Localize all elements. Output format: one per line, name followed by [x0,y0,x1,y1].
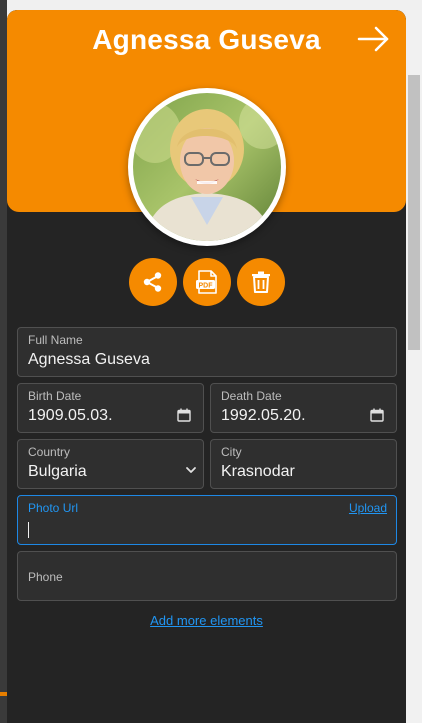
phone-field[interactable]: Phone [17,551,397,601]
photo-url-label: Photo Url [28,501,79,515]
share-icon [143,272,162,292]
photo-url-field[interactable]: Photo Url Upload [17,495,397,545]
pdf-glyph-text: PDF [199,282,214,289]
country-value[interactable]: Bulgaria [28,463,87,481]
calendar-icon[interactable] [177,408,191,422]
city-value[interactable]: Krasnodar [221,463,295,481]
birth-date-field[interactable]: Birth Date 1909.05.03. [17,383,204,433]
country-label: Country [28,445,71,459]
full-name-field[interactable]: Full Name Agnessa Guseva [17,327,397,377]
death-date-value[interactable]: 1992.05.20. [221,407,306,425]
avatar-photo [133,93,281,241]
export-pdf-button[interactable]: PDF [183,258,231,306]
background-window-edge [0,0,7,723]
chevron-down-icon[interactable] [185,464,197,476]
delete-button[interactable] [237,258,285,306]
pdf-icon: PDF [196,270,217,294]
arrow-right-icon[interactable] [356,24,392,54]
scrollbar-thumb[interactable] [408,75,420,350]
calendar-icon[interactable] [370,408,384,422]
death-date-field[interactable]: Death Date 1992.05.20. [210,383,397,433]
full-name-label: Full Name [28,333,83,347]
country-select[interactable]: Country Bulgaria [17,439,204,489]
trash-icon [252,271,270,293]
text-caret [28,522,29,538]
person-editor-panel: Agnessa Guseva PDF Full Name Agnessa Gus… [7,10,406,723]
city-field[interactable]: City Krasnodar [210,439,397,489]
avatar[interactable] [128,88,286,246]
birth-date-value[interactable]: 1909.05.03. [28,407,113,425]
upload-link[interactable]: Upload [349,501,387,515]
city-label: City [221,445,242,459]
portrait-image [133,93,281,241]
birth-date-label: Birth Date [28,389,82,403]
share-button[interactable] [129,258,177,306]
add-more-elements-link[interactable]: Add more elements [7,613,406,628]
phone-label: Phone [28,570,63,584]
action-buttons: PDF [7,258,406,306]
person-name-title: Agnessa Guseva [92,24,321,55]
page-scrollbar[interactable] [406,10,422,723]
full-name-value[interactable]: Agnessa Guseva [28,351,150,369]
background-window-accent [0,692,7,696]
death-date-label: Death Date [221,389,282,403]
